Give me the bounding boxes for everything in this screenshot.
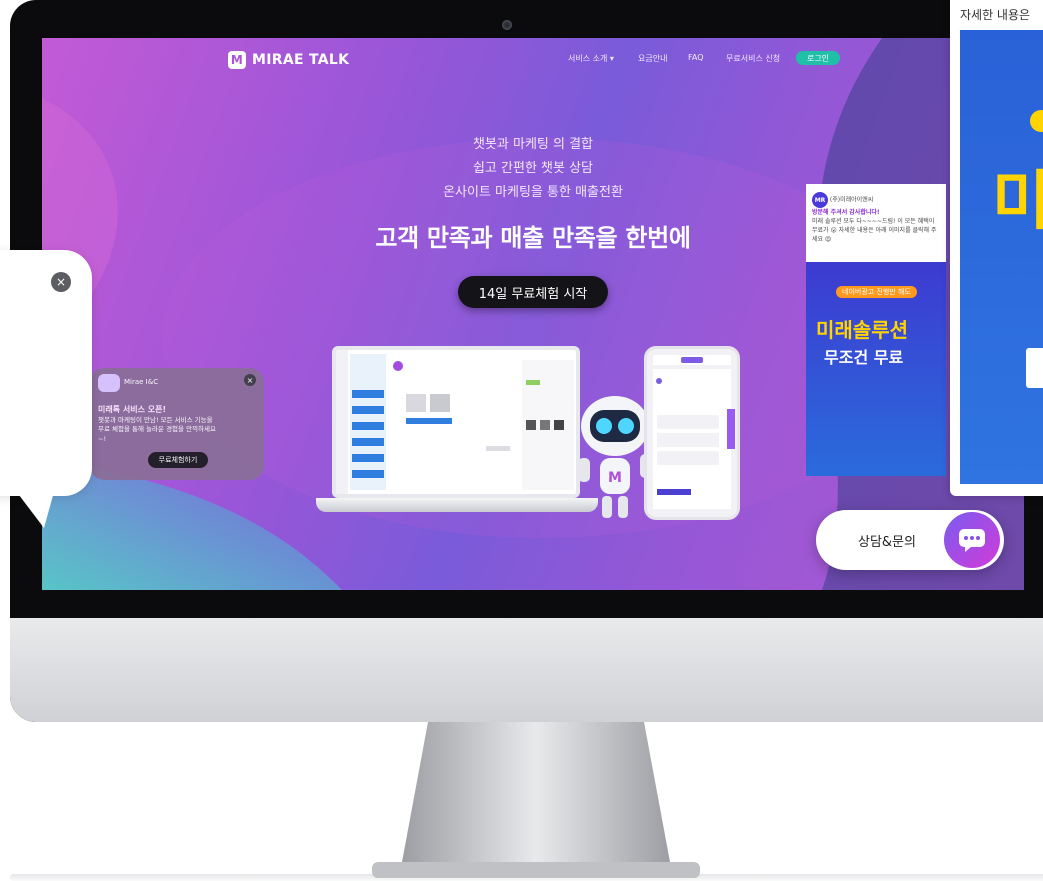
promo-title: 방문해 주셔서 감사합니다!: [812, 209, 880, 216]
logo-text: MIRAE TALK: [252, 52, 350, 68]
promo-big-subtitle: 무조건 무료: [824, 348, 904, 367]
bot-avatar: [98, 374, 120, 392]
laptop-screen: [332, 346, 580, 498]
nav-item-service[interactable]: 서비스 소개 ▾: [568, 53, 614, 64]
top-navigation: M MIRAE TALK 서비스 소개 ▾ 요금안내 FAQ 무료서비스 신청 …: [42, 48, 1024, 72]
overlay-big-text: 미: [992, 165, 1043, 239]
dashboard-illustration: [336, 350, 574, 494]
popup-title: 미래톡 서비스 오픈!: [98, 405, 167, 414]
overlay-caption: 자세한 내용은: [960, 8, 1031, 22]
hero-line-1: 챗봇과 마케팅 의 결합: [472, 137, 594, 152]
left-popup-bubble: [0, 250, 92, 496]
popup-message: 챗봇과 마케팅이 만남! 모든 서비스 기능을 무료 체험을 통해 놀라운 경험…: [98, 416, 216, 443]
svg-text:M: M: [608, 470, 622, 486]
close-icon[interactable]: ×: [51, 272, 71, 292]
calendar-icon: [1026, 348, 1043, 388]
free-trial-button[interactable]: 14일 무료체험 시작: [458, 276, 608, 308]
laptop-mockup: [316, 346, 598, 524]
promo-header: MR (주)미래아이앤씨 방문해 주셔서 감사합니다! 미래 솔루션 모두 다~…: [806, 184, 946, 262]
consult-label: 상담&문의: [858, 535, 916, 550]
popup-close-icon[interactable]: ×: [244, 374, 256, 386]
imac-mockup-scene: M MIRAE TALK 서비스 소개 ▾ 요금안내 FAQ 무료서비스 신청 …: [0, 0, 1043, 881]
login-button[interactable]: 로그인: [796, 51, 840, 65]
phone-chat-illustration: [653, 355, 735, 509]
hero-line-2: 쉽고 간편한 챗봇 상담: [472, 161, 594, 176]
company-logo-icon: MR: [812, 192, 828, 208]
nav-item-free-signup[interactable]: 무료서비스 신청: [726, 53, 780, 64]
chat-bubble-icon: [944, 512, 1000, 568]
promo-badge: 네이버광고 진행만 해도: [836, 286, 917, 298]
imac-stand: [372, 722, 700, 878]
laptop-base: [316, 498, 598, 512]
imac-chin: [10, 618, 1043, 722]
yellow-dot: [1030, 110, 1043, 132]
bot-name: Mirae I&C: [124, 378, 159, 386]
promo-text: 미래 솔루션 모두 다~~~~드림! 이 모든 혜택이 무료가 😮 자세한 내용…: [812, 218, 937, 243]
popup-trial-button[interactable]: 무료체험하기: [148, 452, 208, 468]
brand-logo[interactable]: M MIRAE TALK: [228, 48, 349, 72]
nav-item-pricing[interactable]: 요금안내: [638, 53, 667, 64]
phone-mockup: [644, 346, 740, 520]
promo-big-title: 미래솔루션: [816, 318, 908, 342]
chatbot-popup: Mirae I&C × 미래톡 서비스 오픈! 챗봇과 마케팅이 만남! 모든 …: [90, 368, 264, 480]
detail-overlay-panel[interactable]: 자세한 내용은 미: [950, 0, 1043, 496]
logo-icon: M: [228, 51, 246, 69]
consult-inquiry-button[interactable]: 상담&문의: [816, 510, 1004, 570]
promo-banner: 네이버광고 진행만 해도 미래솔루션 무조건 무료: [806, 262, 946, 476]
left-popup-tail: [0, 470, 60, 528]
overlay-promo-image[interactable]: 미: [960, 30, 1043, 484]
promo-card[interactable]: MR (주)미래아이앤씨 방문해 주셔서 감사합니다! 미래 솔루션 모두 다~…: [806, 184, 946, 476]
website-screen: M MIRAE TALK 서비스 소개 ▾ 요금안내 FAQ 무료서비스 신청 …: [42, 38, 1024, 590]
nav-item-faq[interactable]: FAQ: [688, 53, 704, 62]
promo-company: (주)미래아이앤씨: [829, 196, 874, 204]
camera-icon: [502, 20, 512, 30]
